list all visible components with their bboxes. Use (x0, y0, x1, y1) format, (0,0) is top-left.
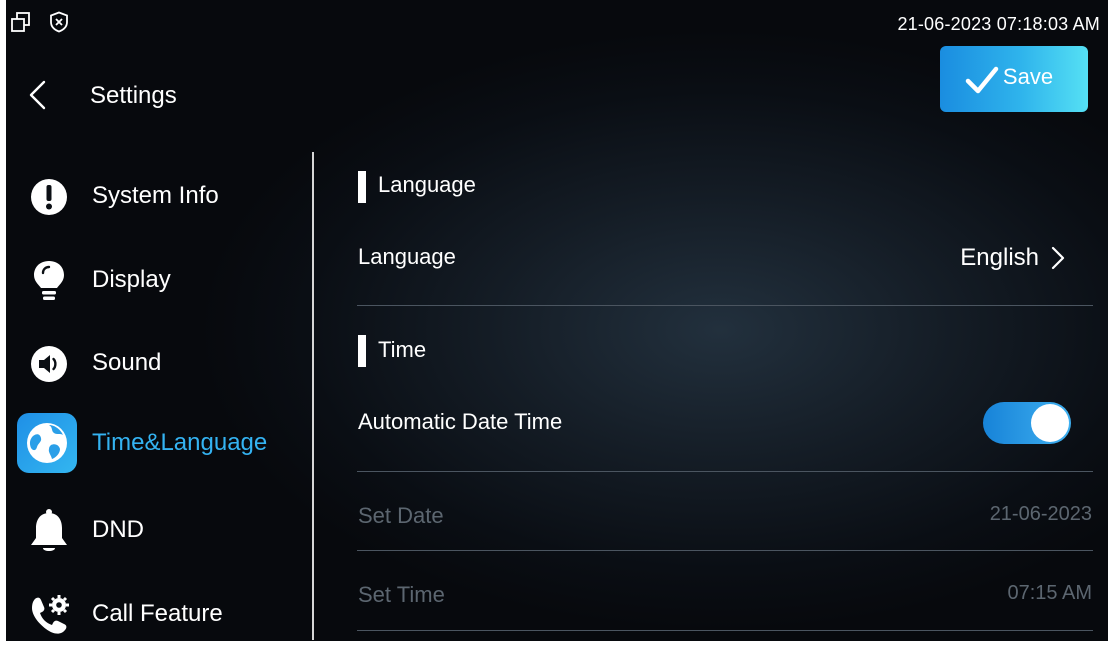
lightbulb-icon (18, 250, 80, 312)
set-time-label: Set Time (358, 582, 445, 607)
shield-x-icon (50, 11, 68, 33)
save-button[interactable]: Save (940, 46, 1088, 112)
sidebar-item-label: Display (92, 266, 171, 293)
bell-icon (18, 500, 80, 562)
set-date-value: 21-06-2023 (989, 503, 1092, 525)
automatic-date-time-toggle[interactable] (983, 402, 1071, 444)
section-title-language: Language (378, 172, 476, 197)
divider (357, 471, 1093, 472)
chevron-left-icon[interactable] (24, 80, 54, 110)
sidebar-item-label: DND (92, 516, 144, 543)
section-marker (358, 171, 366, 203)
sidebar-item-label: Time&Language (92, 429, 268, 456)
settings-screen: 21-06-2023 07:18:03 AM Settings Save Sys… (0, 0, 1108, 653)
language-row-label[interactable]: Language (358, 244, 456, 270)
sidebar-item-call-feature[interactable]: Call Feature (14, 578, 304, 644)
checkmark-icon (965, 66, 999, 94)
section-title-time: Time (378, 337, 427, 362)
toggle-knob (1031, 404, 1069, 442)
save-button-label: Save (1002, 64, 1054, 89)
divider (357, 550, 1093, 551)
page-title: Settings (90, 82, 177, 109)
divider (357, 305, 1093, 306)
sidebar-item-system-info[interactable]: System Info (14, 160, 304, 226)
set-time-value: 07:15 AM (1007, 582, 1092, 604)
automatic-date-time-label: Automatic Date Time (358, 409, 563, 434)
sidebar-item-time-language[interactable]: Time&Language (14, 413, 304, 479)
phone-gear-icon (18, 584, 80, 646)
set-date-label: Set Date (358, 503, 444, 528)
exclamation-circle-icon (18, 166, 80, 228)
sidebar-item-dnd[interactable]: DND (14, 494, 304, 560)
sidebar-divider (312, 152, 314, 640)
frame-edge (0, 0, 6, 653)
language-value[interactable]: English (960, 244, 1039, 272)
sidebar-item-label: Call Feature (92, 600, 223, 627)
status-clock: 21-06-2023 07:18:03 AM (897, 14, 1100, 34)
speaker-icon (18, 333, 80, 395)
window-restore-icon (11, 12, 30, 32)
globe-icon (17, 413, 77, 473)
sidebar-item-label: Sound (92, 349, 162, 376)
sidebar-item-sound[interactable]: Sound (14, 327, 304, 393)
chevron-right-icon[interactable] (1050, 246, 1066, 270)
sidebar-item-display[interactable]: Display (14, 244, 304, 310)
frame-edge (0, 641, 1108, 653)
divider (357, 630, 1093, 631)
section-marker (358, 335, 366, 367)
sidebar-item-label: System Info (92, 182, 219, 209)
